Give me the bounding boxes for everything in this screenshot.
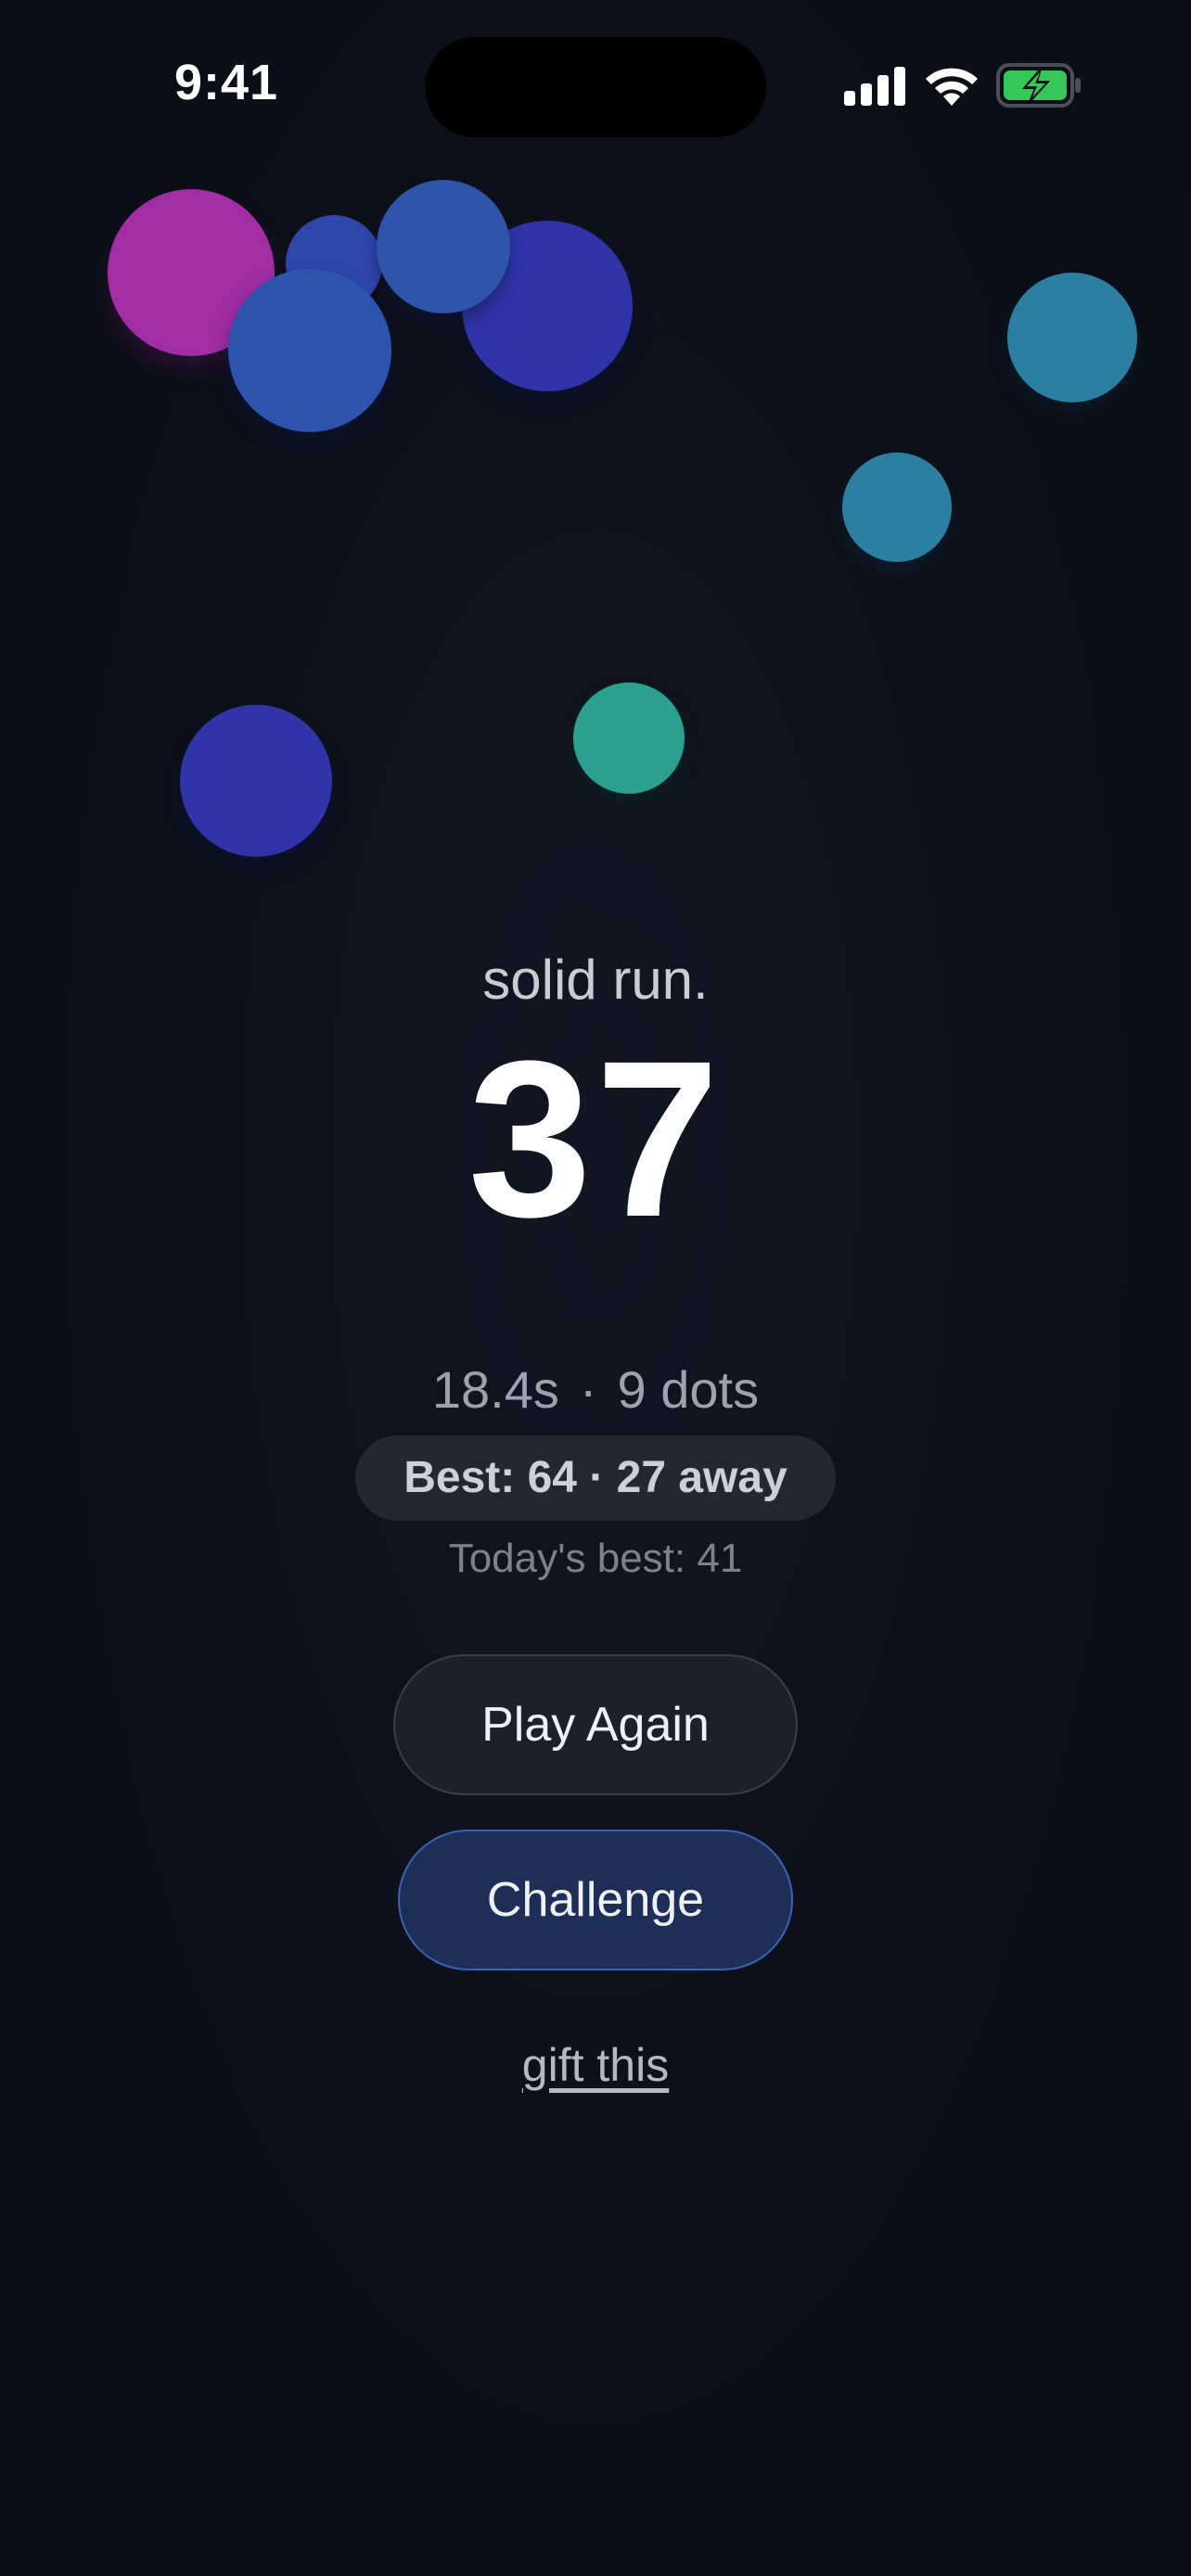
wifi-icon [926,68,978,106]
game-over-screen: 9:41 solid run. 37 18.4s · 9 dots Best: … [0,0,1191,2576]
challenge-button[interactable]: Challenge [398,1830,793,1970]
best-score-badge: Best: 64 · 27 away [355,1435,836,1521]
final-score: 37 [467,1014,724,1263]
status-time: 9:41 [174,55,279,110]
run-time: 18.4s [431,1360,559,1419]
gift-this-link[interactable]: gift this [522,2039,669,2091]
dot-teal-mid[interactable] [842,453,952,562]
stats-separator: · [579,1360,597,1419]
dot-indigo-left[interactable] [180,705,332,857]
play-again-button[interactable]: Play Again [393,1654,798,1795]
todays-best: Today's best: 41 [448,1536,743,1581]
cellular-signal-icon [844,67,905,106]
dot-teal-right[interactable] [1007,273,1137,402]
gift-link-row: gift this [0,2038,1191,2092]
result-tagline: solid run. [482,949,709,1011]
dot-blue-large[interactable] [228,269,391,432]
status-icons [840,61,1082,109]
dots-count: 9 dots [617,1360,760,1419]
dot-blue-top[interactable] [377,180,510,313]
run-stats: 18.4s · 9 dots [0,1359,1191,1420]
dot-green[interactable] [573,682,685,794]
battery-charging-icon [996,63,1081,108]
dynamic-island [425,37,766,137]
